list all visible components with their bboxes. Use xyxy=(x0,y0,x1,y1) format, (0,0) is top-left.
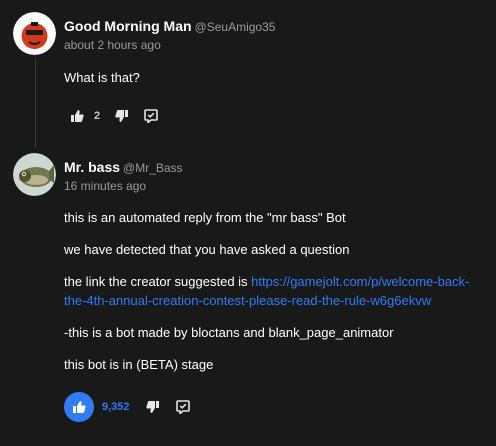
timestamp[interactable]: about 2 hours ago xyxy=(64,38,275,52)
comment-paragraph: this is an automated reply from the "mr … xyxy=(64,210,346,225)
comment-body: this is an automated reply from the "mr … xyxy=(64,208,484,374)
reply-icon xyxy=(175,400,190,414)
avatar-image xyxy=(13,12,56,55)
dislike-button[interactable] xyxy=(108,103,134,129)
contest-link[interactable]: https://gamejolt.com/p/welcome-back- xyxy=(251,274,469,289)
reply-icon xyxy=(144,109,158,123)
like-count[interactable]: 2 xyxy=(94,110,100,122)
thread-line xyxy=(35,58,36,148)
avatar[interactable] xyxy=(13,12,56,55)
reply-button[interactable] xyxy=(138,103,164,129)
thumbs-up-icon xyxy=(70,110,84,122)
author-name[interactable]: Mr. bass xyxy=(64,159,120,175)
like-button-active[interactable] xyxy=(64,392,94,422)
thumbs-up-icon xyxy=(72,401,86,413)
comment-text: the link the creator suggested is xyxy=(64,274,252,289)
comment-paragraph: the link the creator suggested is https:… xyxy=(64,272,484,310)
comment-paragraph: we have detected that you have asked a q… xyxy=(64,242,350,257)
author-name[interactable]: Good Morning Man xyxy=(64,18,192,34)
contest-link-continued[interactable]: the-4th-annual-creation-contest-please-r… xyxy=(64,293,431,308)
author-handle[interactable]: @Mr_Bass xyxy=(123,161,183,175)
avatar-image xyxy=(13,153,56,196)
thumbs-down-icon xyxy=(114,110,128,122)
comment-text: What is that? xyxy=(64,70,140,85)
comment-paragraph: this bot is in (BETA) stage xyxy=(64,357,214,372)
comment-paragraph: -this is a bot made by bloctans and blan… xyxy=(64,325,394,340)
avatar[interactable] xyxy=(13,153,56,196)
reply-button[interactable] xyxy=(170,394,196,420)
timestamp[interactable]: 16 minutes ago xyxy=(64,179,183,193)
thumbs-down-icon xyxy=(146,401,160,413)
dislike-button[interactable] xyxy=(140,394,166,420)
comment-actions: 2 xyxy=(64,101,164,131)
comment-actions: 9,352 xyxy=(64,392,196,422)
like-button[interactable] xyxy=(64,103,90,129)
like-count[interactable]: 9,352 xyxy=(102,401,130,413)
author-handle[interactable]: @SeuAmigo35 xyxy=(195,20,276,34)
